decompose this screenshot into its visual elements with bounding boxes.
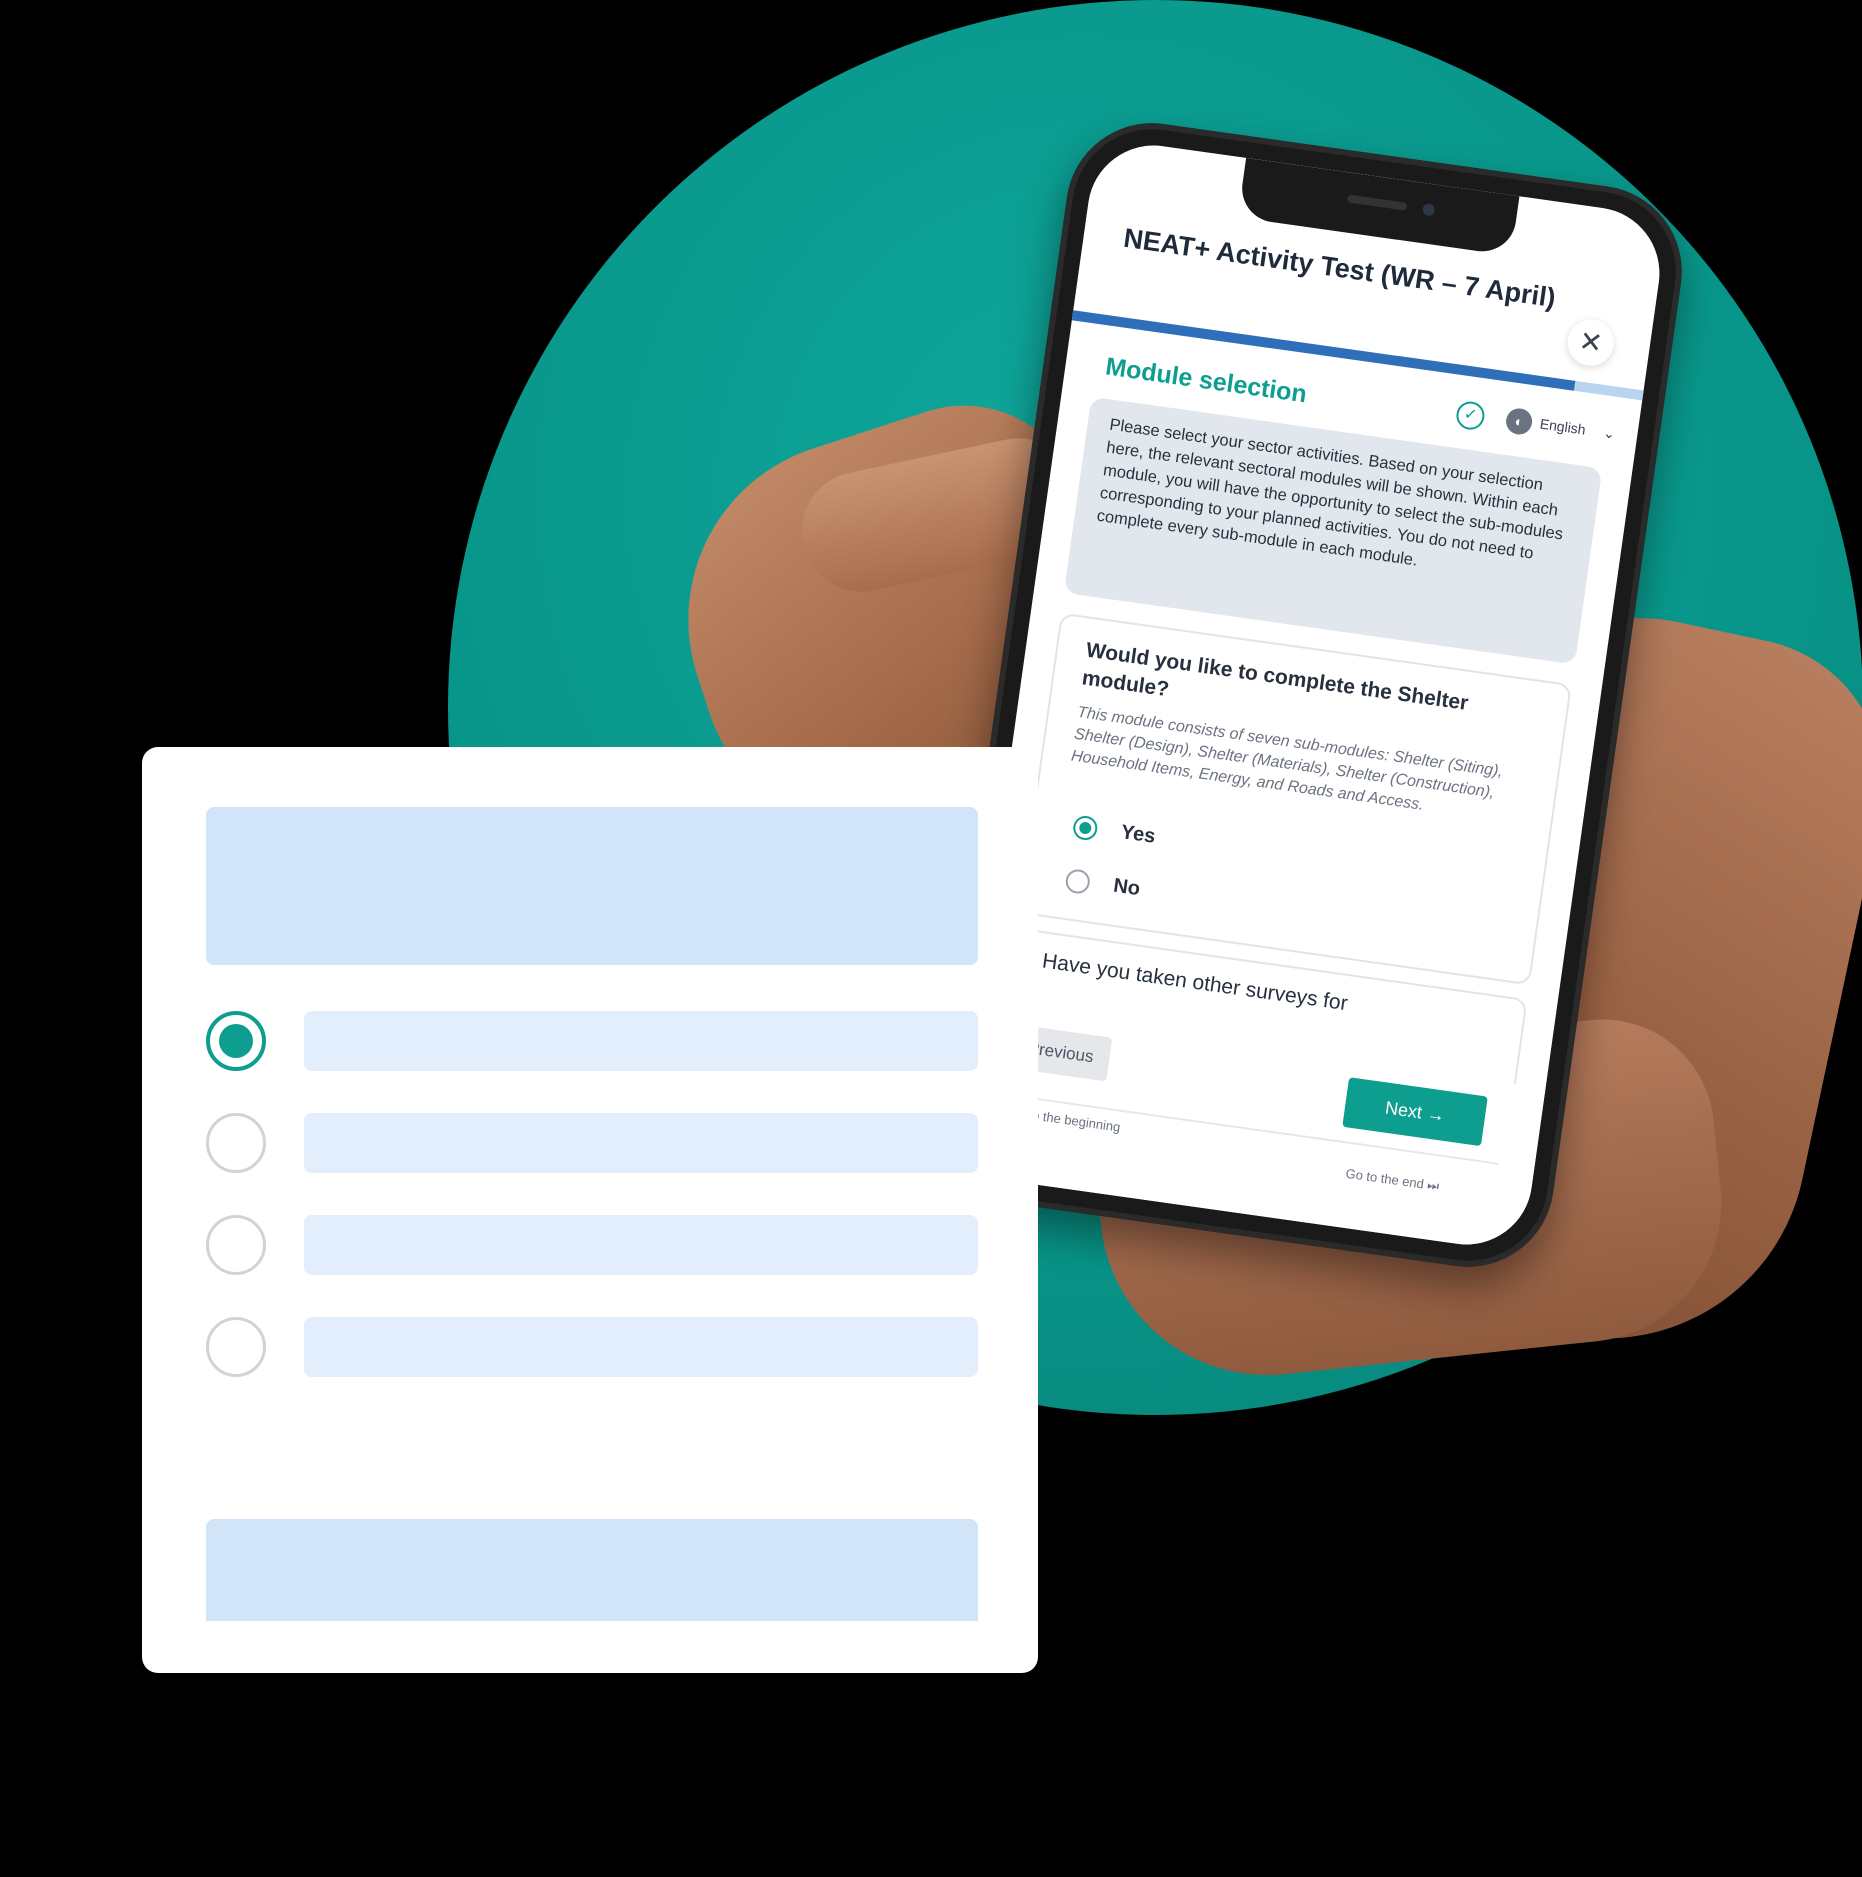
card-radio-1[interactable] [206,1011,266,1071]
language-select[interactable]: English [1539,415,1587,437]
radio-no[interactable] [1064,867,1092,896]
speaker [1346,194,1408,211]
skip-forward-icon: ⏭ [1422,1176,1441,1194]
next-label: Next [1383,1097,1424,1123]
form-card-illustration [142,747,1038,1673]
stage: NEAT+ Activity Test (WR – 7 April) ✕ Mod… [0,0,1862,1877]
card-header-placeholder [206,807,978,965]
radio-yes[interactable] [1071,814,1099,842]
arrow-right-icon: → [1420,1102,1447,1126]
option-label-yes[interactable]: Yes [1119,821,1157,849]
phone-screen: NEAT+ Activity Test (WR – 7 April) ✕ Mod… [952,137,1668,1253]
card-option-placeholder-2 [304,1113,978,1173]
end-label: Go to the end [1344,1165,1425,1192]
option-label-no[interactable]: No [1112,875,1141,901]
card-option-placeholder-4 [304,1317,978,1377]
globe-icon[interactable]: ◐ [1504,406,1534,437]
card-radio-3[interactable] [206,1215,266,1275]
card-footer-placeholder [206,1519,978,1621]
question-card: Would you like to complete the Shelter m… [1018,612,1573,986]
intro-text: Please select your sector activities. Ba… [1095,415,1565,570]
close-icon: ✕ [1577,325,1605,360]
card-radio-4[interactable] [206,1317,266,1377]
close-button[interactable]: ✕ [1564,316,1617,369]
card-option-placeholder-3 [304,1215,978,1275]
check-circle-icon: ✓ [1454,399,1487,432]
go-to-end-link[interactable]: Go to the end ⏭ [1345,1166,1440,1195]
card-option-placeholder-1 [304,1011,978,1071]
card-radio-2[interactable] [206,1113,266,1173]
camera [1421,203,1436,217]
section-heading: Module selection [1103,352,1309,409]
next-question-title: Have you taken other surveys for [1040,949,1350,1016]
chevron-down-icon[interactable]: ⌄ [1602,424,1616,442]
next-button[interactable]: Next → [1342,1077,1488,1147]
